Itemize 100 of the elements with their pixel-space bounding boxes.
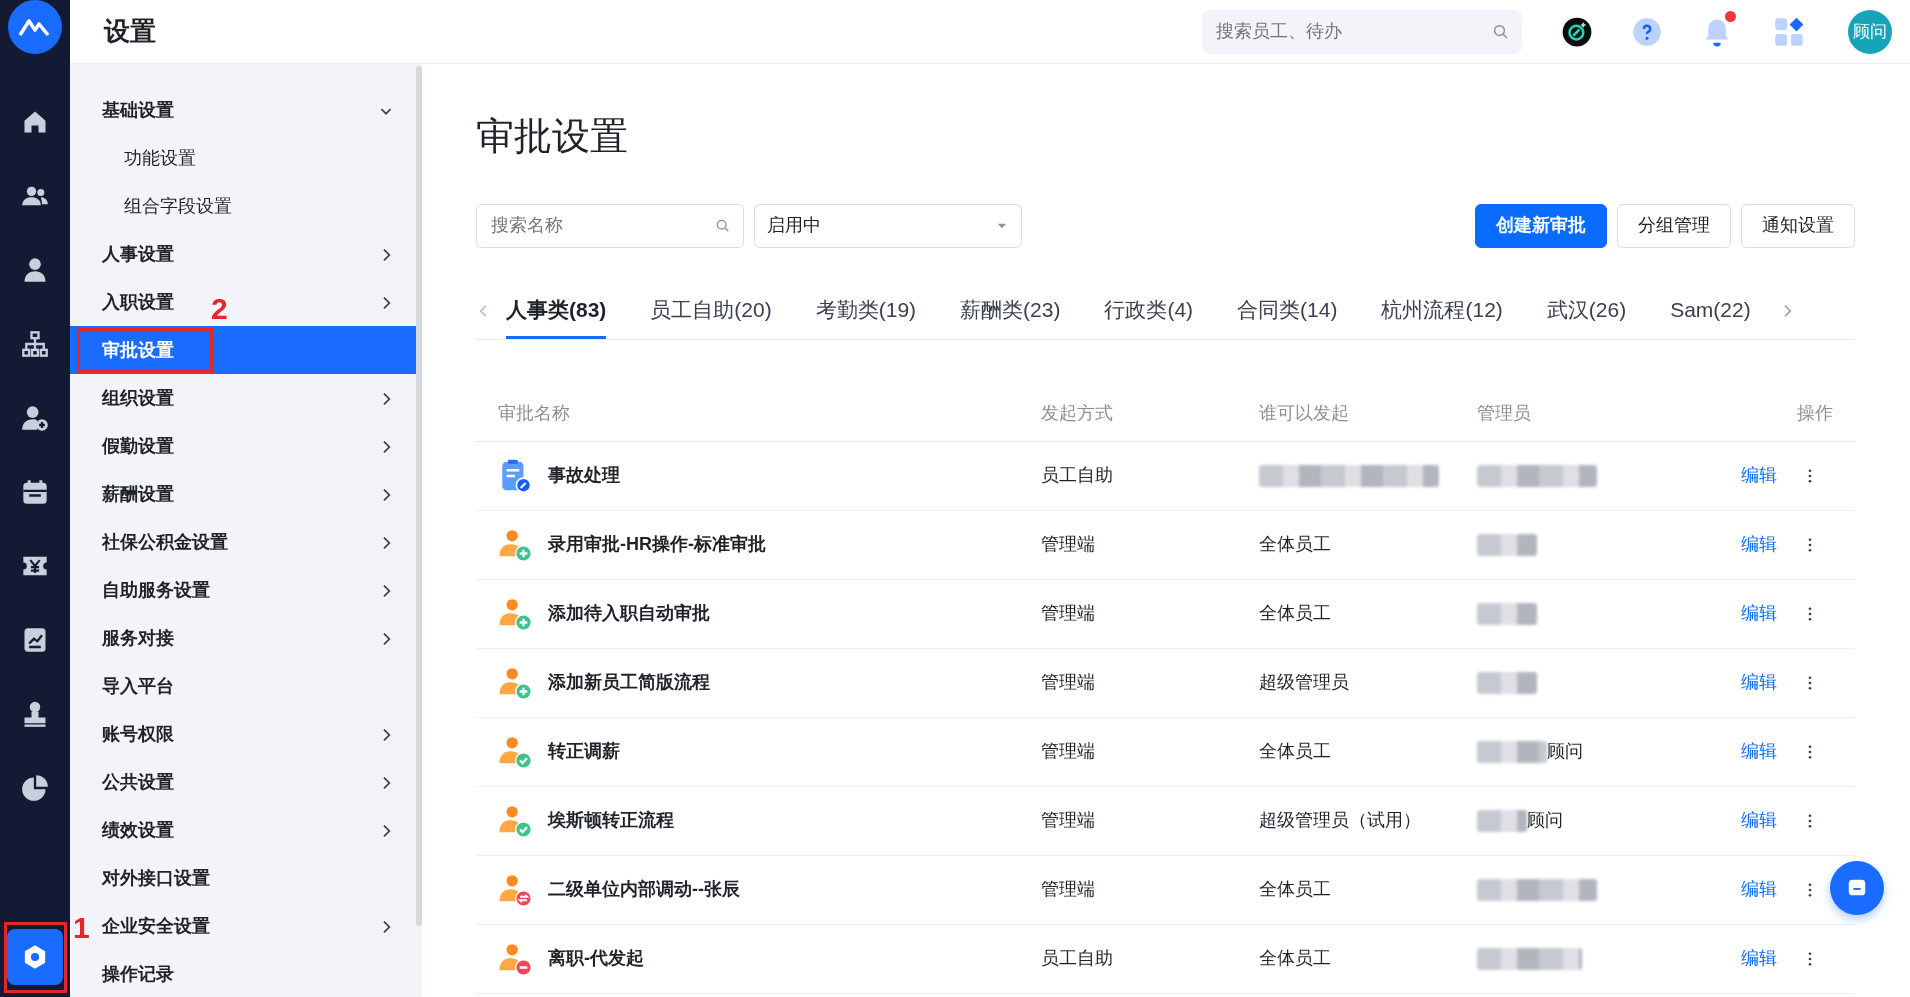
create-button[interactable]: 创建新审批 — [1475, 203, 1607, 248]
approval-name: 添加新员工简版流程 — [548, 671, 710, 695]
apps-grid-icon[interactable] — [1774, 16, 1804, 47]
table-cell-text: 全体员工 — [1259, 740, 1331, 764]
category-tab[interactable]: 考勤类(19) — [815, 283, 917, 340]
sidebar-item[interactable]: 基础设置 — [102, 96, 174, 124]
toolbar-button[interactable]: 分组管理 — [1617, 203, 1731, 248]
search-icon — [1492, 22, 1510, 41]
approval-name: 录用审批-HR操作-标准审批 — [548, 533, 766, 557]
blurred-text — [1477, 533, 1537, 556]
sidebar-item[interactable]: 功能设置 — [124, 144, 196, 172]
global-search-field[interactable]: 搜索员工、待办 — [1202, 9, 1522, 54]
category-tab[interactable]: 行政类(4) — [1104, 283, 1194, 340]
table-cell-text: 员工自助 — [1041, 464, 1113, 488]
edit-link[interactable]: 编辑 — [1741, 807, 1777, 835]
sidebar-item[interactable]: 组合字段设置 — [124, 192, 232, 220]
sidebar-item[interactable]: 公共设置 — [102, 768, 174, 796]
sidebar-item[interactable]: 组织设置 — [102, 384, 174, 412]
toolbar-button[interactable]: 通知设置 — [1741, 203, 1855, 248]
approval-name: 二级单位内部调动--张辰 — [548, 878, 740, 902]
table-cell-text: 全体员工 — [1259, 947, 1331, 971]
person-add-icon — [498, 527, 532, 562]
blurred-text — [1477, 740, 1547, 763]
category-tab[interactable]: 薪酬类(23) — [960, 283, 1061, 340]
sidebar-item[interactable]: 审批设置 — [70, 326, 416, 374]
scrollbar[interactable] — [416, 66, 422, 926]
approval-name: 添加待入职自动审批 — [548, 602, 710, 626]
sidebar-item[interactable]: 账号权限 — [102, 720, 174, 748]
table-cell-text: 超级管理员（试用） — [1259, 809, 1421, 833]
sidebar-item[interactable]: 导入平台 — [102, 672, 174, 700]
blurred-text — [1477, 602, 1537, 625]
org-chart-icon — [21, 330, 49, 358]
annotation-number: 2 — [211, 294, 228, 324]
annotation-frame — [4, 922, 67, 993]
table-cell-text: 顾问 — [1527, 809, 1563, 833]
category-tab[interactable]: 杭州流程(12) — [1381, 283, 1503, 340]
table-cell-text: 全体员工 — [1259, 533, 1331, 557]
annotation-number: 1 — [73, 913, 90, 943]
edit-link[interactable]: 编辑 — [1741, 669, 1777, 697]
target-icon[interactable] — [1562, 16, 1592, 47]
sidebar-item[interactable]: 人事设置 — [102, 240, 174, 268]
category-tab[interactable]: 合同类(14) — [1237, 283, 1338, 340]
app-logo[interactable] — [8, 0, 62, 54]
sidebar-item[interactable]: 自助服务设置 — [102, 576, 210, 604]
table-cell-text: 管理端 — [1041, 809, 1095, 833]
person-add-icon — [498, 665, 532, 700]
table-cell-text: 全体员工 — [1259, 878, 1331, 902]
table-cell-text: 管理端 — [1041, 878, 1095, 902]
table-cell-text: 管理端 — [1041, 533, 1095, 557]
edit-link[interactable]: 编辑 — [1741, 462, 1777, 490]
person-transfer-icon — [498, 872, 532, 907]
edit-link[interactable]: 编辑 — [1741, 945, 1777, 973]
sidebar-item[interactable]: 入职设置 — [102, 288, 174, 316]
sidebar-item[interactable]: 薪酬设置 — [102, 480, 174, 508]
calendar-icon — [21, 478, 49, 506]
column-header: 谁可以发起 — [1259, 401, 1349, 425]
name-search-field[interactable]: 搜索名称 — [476, 203, 744, 248]
edit-link[interactable]: 编辑 — [1741, 738, 1777, 766]
settings-nav-button[interactable] — [7, 929, 63, 985]
page-title: 审批设置 — [476, 116, 629, 158]
category-tab[interactable]: Sam(22) — [1670, 283, 1751, 340]
category-tab[interactable]: 员工自助(20) — [650, 283, 772, 340]
sidebar-item[interactable]: 假勤设置 — [102, 432, 174, 460]
sidebar-item[interactable]: 社保公积金设置 — [102, 528, 228, 556]
blurred-text — [1477, 809, 1527, 832]
approval-name: 埃斯顿转正流程 — [548, 809, 674, 833]
table-cell-text: 管理端 — [1041, 671, 1095, 695]
search-input[interactable]: 搜索员工、待办 — [1214, 17, 1492, 46]
help-icon[interactable] — [1632, 16, 1662, 47]
edit-link[interactable]: 编辑 — [1741, 600, 1777, 628]
table-cell-text: 顾问 — [1547, 740, 1583, 764]
column-header: 操作 — [1797, 401, 1833, 425]
approval-name: 事故处理 — [548, 464, 620, 488]
blurred-text — [1477, 671, 1537, 694]
person-remove-icon — [498, 941, 532, 976]
page-header-title: 设置 — [104, 15, 156, 48]
approval-name: 离职-代发起 — [548, 947, 644, 971]
search-icon — [715, 217, 731, 234]
edit-link[interactable]: 编辑 — [1741, 531, 1777, 559]
sidebar-item[interactable]: 绩效设置 — [102, 816, 174, 844]
status-select[interactable]: 启用中 — [754, 203, 1022, 248]
sidebar-item[interactable]: 企业安全设置 — [102, 912, 210, 940]
category-tab[interactable]: 武汉(26) — [1546, 283, 1627, 340]
pie-chart-icon — [21, 774, 49, 802]
sidebar-item[interactable]: 服务对接 — [102, 624, 174, 652]
category-tab[interactable]: 人事类(83) — [506, 283, 607, 340]
edit-link[interactable]: 编辑 — [1741, 876, 1777, 904]
person-add-icon — [498, 596, 532, 631]
sidebar-item[interactable]: 操作记录 — [102, 960, 174, 988]
table-cell-text: 管理端 — [1041, 602, 1095, 626]
table-cell-text: 超级管理员 — [1259, 671, 1349, 695]
column-header: 发起方式 — [1041, 401, 1113, 425]
person-check-icon — [498, 734, 532, 769]
approval-name: 转正调薪 — [548, 740, 620, 764]
chat-button[interactable] — [1830, 861, 1884, 915]
table-cell-text: 管理端 — [1041, 740, 1095, 764]
table-cell-text: 全体员工 — [1259, 602, 1331, 626]
person-add-icon — [21, 404, 49, 432]
column-header: 审批名称 — [498, 401, 570, 425]
sidebar-item[interactable]: 对外接口设置 — [102, 864, 210, 892]
